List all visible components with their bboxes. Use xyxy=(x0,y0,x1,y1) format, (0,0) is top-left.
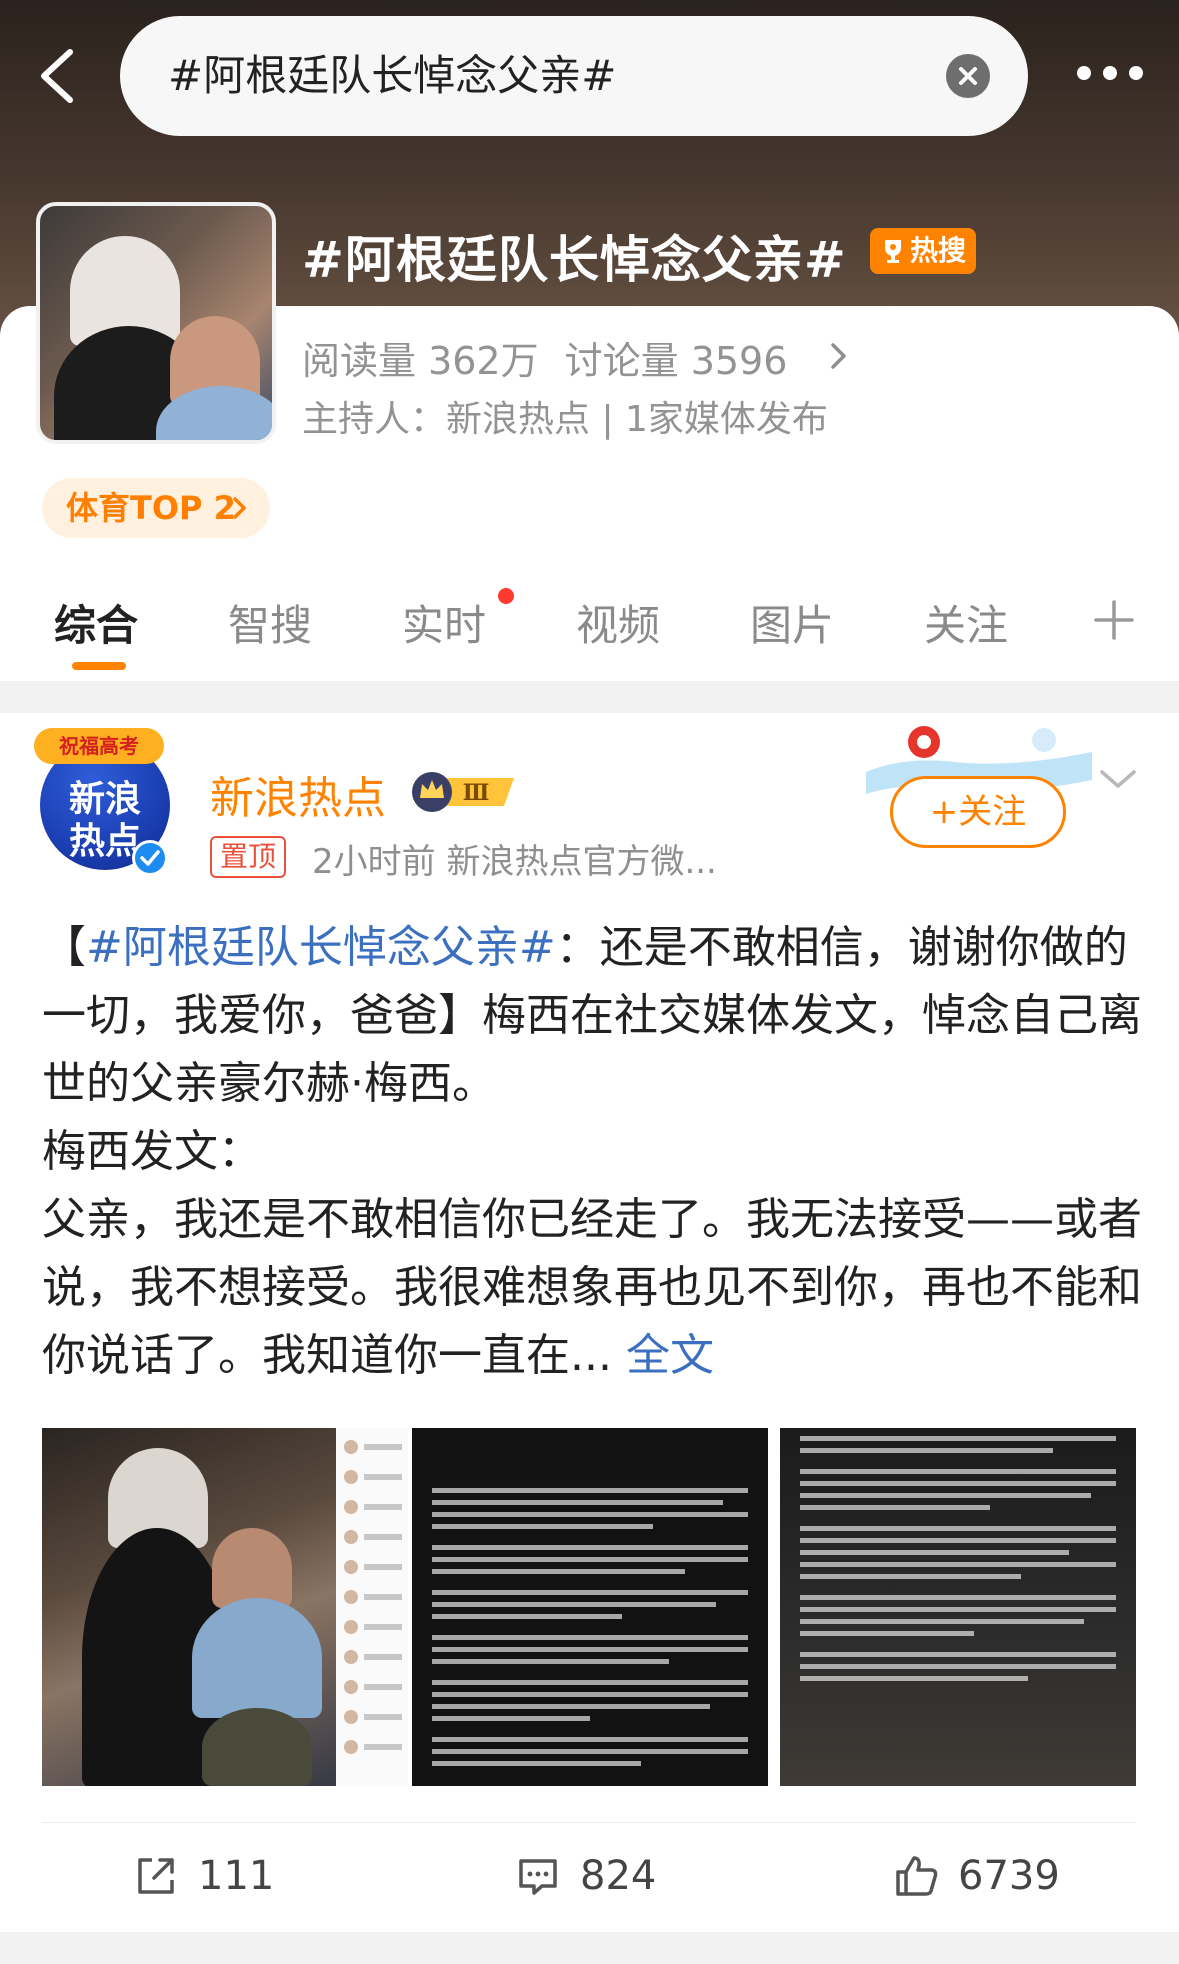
follow-button[interactable]: +关注 xyxy=(890,776,1066,848)
topic-stats[interactable]: 阅读量 362万 讨论量 3596 xyxy=(302,330,787,385)
post-image-3[interactable] xyxy=(780,1428,1136,1786)
repost-count: 111 xyxy=(198,1853,275,1899)
crown-icon: Ⅲ xyxy=(412,772,514,812)
clear-icon xyxy=(959,67,977,85)
back-button[interactable] xyxy=(28,44,92,108)
verified-badge xyxy=(132,840,168,876)
chevron-right-icon xyxy=(233,497,246,519)
chevron-right-icon[interactable] xyxy=(828,340,850,372)
actions-divider xyxy=(42,1822,1136,1823)
sports-rank-badge[interactable]: 体育TOP 2 xyxy=(42,478,270,538)
host-info: 主持人：新浪热点 | 1家媒体发布 xyxy=(302,399,828,440)
post-headline: 【#阿根廷队长悼念父亲#：还是不敢相信，谢谢你做的一切，我爱你，爸爸】梅西在社交… xyxy=(42,922,1142,1109)
verified-icon xyxy=(140,850,160,866)
author-name[interactable]: 新浪热点 xyxy=(210,762,386,826)
screenshot-comment-strip xyxy=(336,1428,408,1786)
more-options-button[interactable] xyxy=(1077,66,1143,82)
post-image-2[interactable] xyxy=(412,1428,768,1786)
like-count: 6739 xyxy=(958,1853,1060,1899)
clear-search-button[interactable] xyxy=(946,54,990,98)
search-bar[interactable]: #阿根廷队长悼念父亲# xyxy=(120,16,1028,136)
letter-text-graphic xyxy=(800,1436,1116,1688)
rank-label: 体育TOP 2 xyxy=(66,489,236,527)
like-icon xyxy=(896,1856,938,1896)
chevron-down-icon[interactable] xyxy=(1098,766,1138,792)
post-body: 【#阿根廷队长悼念父亲#：还是不敢相信，谢谢你做的一切，我爱你，爸爸】梅西在社交… xyxy=(42,914,1142,1390)
tab-video[interactable]: 视频 xyxy=(576,592,660,653)
pinned-tag: 置顶 xyxy=(210,836,287,878)
comment-icon xyxy=(519,1859,557,1895)
tab-realtime[interactable]: 实时 xyxy=(402,592,486,653)
topic-thumbnail[interactable] xyxy=(36,202,276,444)
comment-button[interactable]: 824 xyxy=(516,1846,666,1906)
tab-smart-search[interactable]: 智搜 xyxy=(228,592,312,653)
repost-button[interactable]: 111 xyxy=(134,1846,284,1906)
letter-text-graphic xyxy=(432,1488,748,1773)
tab-images[interactable]: 图片 xyxy=(750,592,834,653)
plus-icon[interactable] xyxy=(1092,598,1136,642)
topic-title: #阿根廷队长悼念父亲# xyxy=(302,231,847,289)
quote-intro: 梅西发文： xyxy=(42,1126,262,1177)
post-image-1[interactable] xyxy=(42,1428,408,1786)
section-divider xyxy=(0,681,1179,713)
tab-comprehensive[interactable]: 综合 xyxy=(54,592,138,653)
tab-bar: 综合 智搜 实时 视频 图片 关注 xyxy=(0,580,1179,680)
share-icon xyxy=(138,1858,174,1894)
tab-following[interactable]: 关注 xyxy=(924,592,1008,653)
post-hashtag-link[interactable]: #阿根廷队长悼念父亲# xyxy=(86,922,556,973)
new-content-dot xyxy=(498,588,514,604)
like-button[interactable]: 6739 xyxy=(894,1846,1074,1906)
hot-badge-label: 热搜 xyxy=(910,234,967,267)
full-text-link[interactable]: 全文 xyxy=(626,1330,714,1381)
level-badge-text: Ⅲ xyxy=(463,780,490,806)
back-arrow-icon xyxy=(41,49,73,103)
discussion-count: 讨论量 3596 xyxy=(564,339,788,383)
read-count: 阅读量 362万 xyxy=(302,339,539,383)
feed-divider xyxy=(0,1932,1179,1964)
more-icon xyxy=(1077,66,1091,80)
post-meta: 2小时前 新浪热点官方微... xyxy=(312,842,717,882)
quote-body: 父亲，我还是不敢相信你已经走了。我无法接受——或者说，我不想接受。我很难想象再也… xyxy=(42,1194,1142,1381)
search-input[interactable]: #阿根廷队长悼念父亲# xyxy=(168,16,616,136)
active-tab-indicator xyxy=(72,662,126,670)
avatar-ribbon: 祝福高考 xyxy=(34,728,164,764)
hot-search-badge: 热搜 xyxy=(870,228,976,274)
trophy-icon xyxy=(885,240,901,263)
comment-count: 824 xyxy=(580,1853,657,1899)
